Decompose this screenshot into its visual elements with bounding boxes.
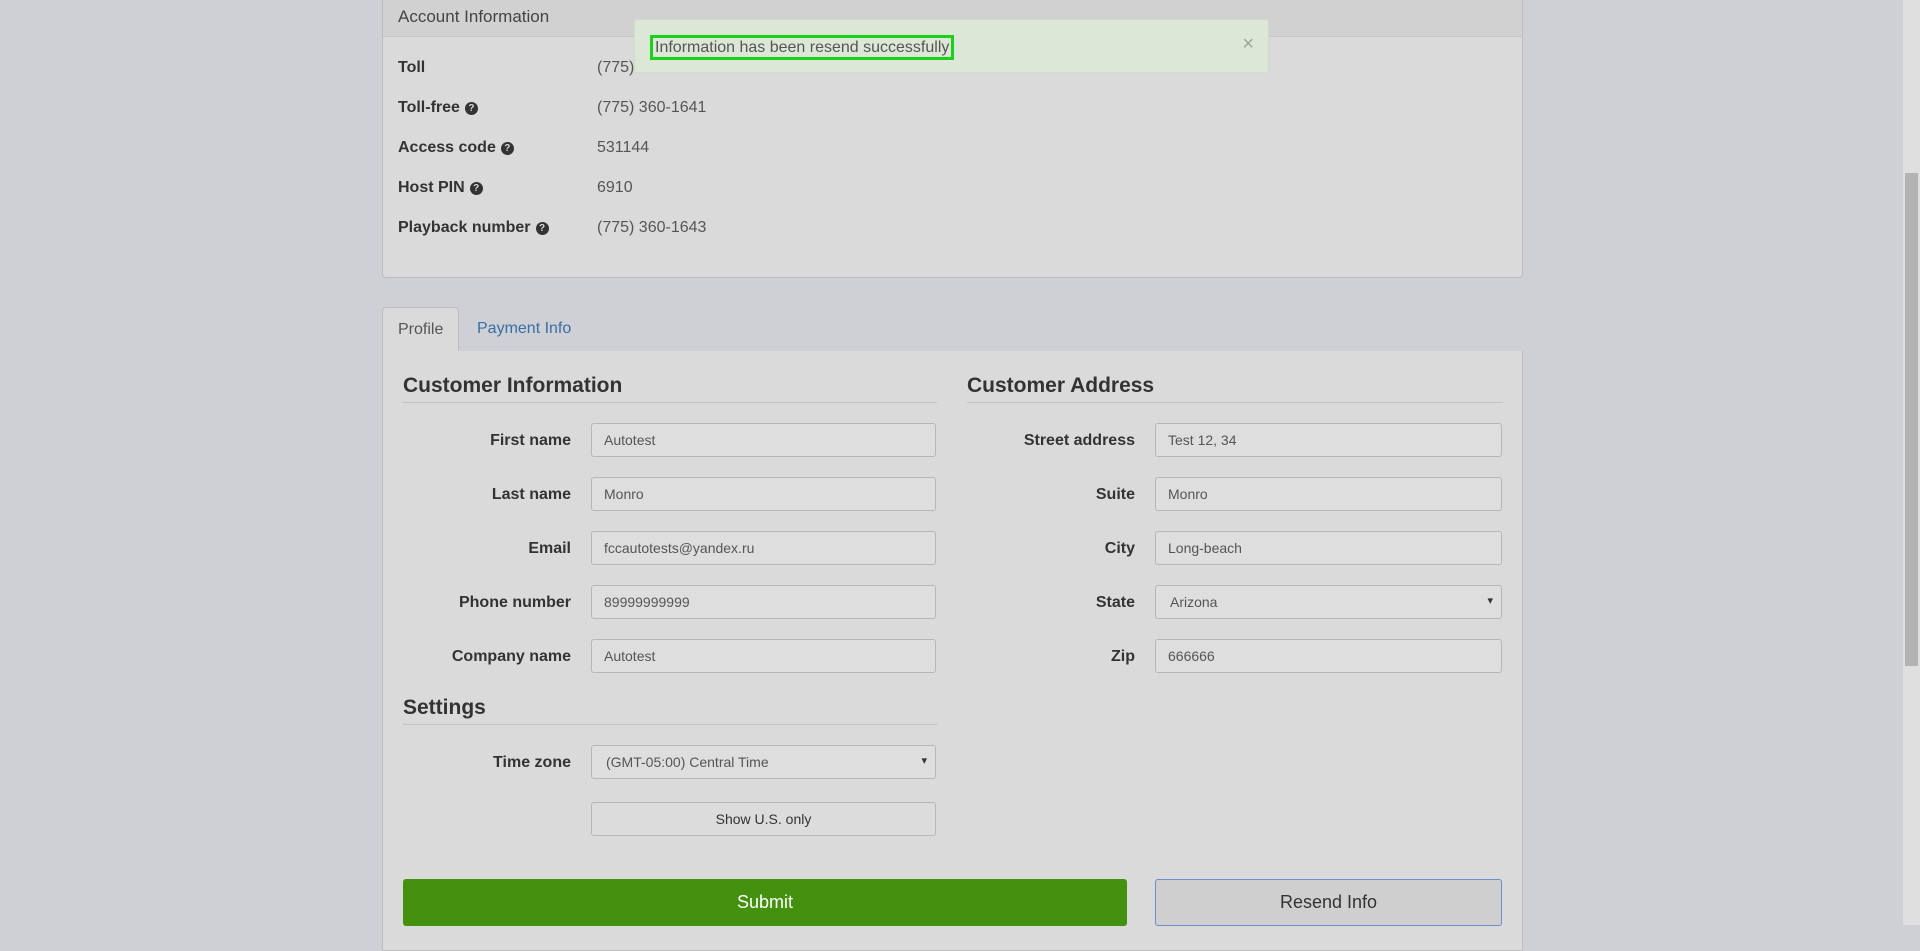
profile-panel: Customer Information First name Autotest… [382, 351, 1523, 951]
city-field[interactable]: Long-beach [1155, 531, 1502, 565]
last-name-field[interactable]: Monro [591, 477, 936, 511]
first-name-field[interactable]: Autotest [591, 423, 936, 457]
account-row-toll-free: Toll-free? (775) 360-1641 [398, 96, 706, 120]
timezone-select[interactable]: (GMT-05:00) Central Time ▾ [591, 745, 936, 779]
help-icon[interactable]: ? [464, 101, 478, 115]
suite-label: Suite [1095, 486, 1135, 503]
close-icon[interactable]: × [1242, 33, 1254, 56]
account-value-toll-free: (775) 360-1641 [597, 99, 707, 116]
company-label: Company name [451, 648, 571, 665]
alert-message: Information has been resend successfully [650, 35, 955, 60]
help-icon[interactable]: ? [469, 181, 483, 195]
chevron-down-icon: ▾ [1487, 595, 1493, 607]
zip-field[interactable]: 666666 [1155, 639, 1502, 673]
zip-label: Zip [1111, 648, 1135, 665]
email-label: Email [528, 540, 571, 557]
account-row-host-pin: Host PIN? 6910 [398, 176, 633, 200]
account-row-playback: Playback number? (775) 360-1643 [398, 216, 706, 240]
submit-button[interactable]: Submit [403, 879, 1127, 926]
first-name-label: First name [490, 432, 571, 449]
email-field[interactable]: fccautotests@yandex.ru [591, 531, 936, 565]
account-row-access-code: Access code? 531144 [398, 136, 649, 160]
phone-field[interactable]: 89999999999 [591, 585, 936, 619]
divider [967, 402, 1503, 403]
city-label: City [1104, 540, 1135, 557]
account-value-playback: (775) 360-1643 [597, 219, 707, 236]
phone-label: Phone number [458, 594, 571, 611]
state-select[interactable]: Arizona ▾ [1155, 585, 1502, 619]
last-name-label: Last name [491, 486, 571, 503]
tab-payment-info[interactable]: Payment Info [462, 307, 586, 353]
suite-field[interactable]: Monro [1155, 477, 1502, 511]
chevron-down-icon: ▾ [921, 755, 927, 767]
tab-bar: Profile Payment Info [382, 307, 1523, 353]
help-icon[interactable]: ? [535, 221, 549, 235]
state-value: Arizona [1170, 594, 1218, 610]
street-field[interactable]: Test 12, 34 [1155, 423, 1502, 457]
state-label: State [1095, 594, 1135, 611]
company-field[interactable]: Autotest [591, 639, 936, 673]
scrollbar-thumb[interactable] [1905, 173, 1918, 666]
page-scrollbar[interactable] [1903, 0, 1920, 925]
help-icon[interactable]: ? [500, 141, 514, 155]
resend-info-button[interactable]: Resend Info [1155, 879, 1502, 926]
divider [403, 402, 937, 403]
account-label-toll: Toll [398, 59, 426, 76]
account-label-toll-free: Toll-free [398, 99, 460, 116]
settings-title: Settings [403, 696, 486, 719]
account-label-access-code: Access code [398, 139, 496, 156]
success-alert: Information has been resend successfully… [634, 19, 1269, 73]
account-value-host-pin: 6910 [597, 179, 633, 196]
show-us-only-button[interactable]: Show U.S. only [591, 802, 936, 836]
account-label-host-pin: Host PIN [398, 179, 465, 196]
customer-address-title: Customer Address [967, 374, 1155, 397]
account-value-access-code: 531144 [597, 139, 650, 156]
timezone-value: (GMT-05:00) Central Time [606, 754, 769, 770]
timezone-label: Time zone [493, 754, 571, 771]
street-label: Street address [1023, 432, 1135, 449]
tab-profile[interactable]: Profile [382, 307, 459, 353]
account-label-playback: Playback number [398, 219, 531, 236]
customer-info-title: Customer Information [403, 374, 623, 397]
divider [403, 724, 937, 725]
